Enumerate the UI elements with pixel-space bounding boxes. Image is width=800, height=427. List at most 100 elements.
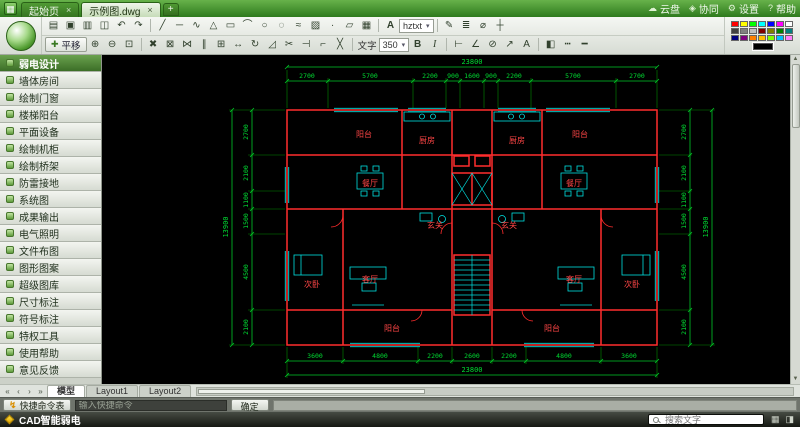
bold-button[interactable]: B xyxy=(409,37,426,52)
scroll-down-icon[interactable]: ▼ xyxy=(793,376,799,383)
sidebar-item[interactable]: 防雷接地 xyxy=(0,174,101,191)
sidebar-item[interactable]: 弱电设计 xyxy=(0,55,101,72)
linear-dimension-icon[interactable]: ⊢ xyxy=(450,37,467,52)
current-color-swatch[interactable] xyxy=(751,42,774,51)
arc-icon[interactable]: ⌒ xyxy=(239,18,256,33)
mirror-icon[interactable]: ⋈ xyxy=(179,37,196,52)
sidebar-item[interactable]: 绘制机柜 xyxy=(0,140,101,157)
sidebar-item[interactable]: 楼梯阳台 xyxy=(0,106,101,123)
polyline-icon[interactable]: ∿ xyxy=(188,18,205,33)
mtext-icon[interactable]: A xyxy=(518,37,535,52)
help-button[interactable]: ? 帮助 xyxy=(768,1,796,16)
tab-start-page[interactable]: 起始页 × xyxy=(21,2,80,18)
hatch-icon[interactable]: ▨ xyxy=(307,18,324,33)
undo-icon[interactable]: ↶ xyxy=(113,18,130,33)
line-icon[interactable]: ╱ xyxy=(154,18,171,33)
sidebar-item[interactable]: 平面设备 xyxy=(0,123,101,140)
sidebar-item[interactable]: 系统图 xyxy=(0,191,101,208)
color-swatch[interactable] xyxy=(739,35,748,41)
cloud-drive-button[interactable]: ☁ 云盘 xyxy=(648,1,680,16)
redo-icon[interactable]: ↷ xyxy=(130,18,147,33)
color-swatch[interactable] xyxy=(766,35,775,41)
tab-drawing[interactable]: 示例图.dwg × xyxy=(81,2,161,18)
scale-icon[interactable]: ◿ xyxy=(264,37,281,52)
color-control-icon[interactable]: ◧ xyxy=(542,37,559,52)
horizontal-scrollbar[interactable] xyxy=(196,386,794,396)
search-box[interactable] xyxy=(647,413,764,426)
sidebar-item[interactable]: 特权工具 xyxy=(0,327,101,344)
sidebar-item[interactable]: 使用帮助 xyxy=(0,344,101,361)
color-swatch[interactable] xyxy=(748,35,757,41)
color-swatch[interactable] xyxy=(739,21,748,27)
sidebar-item[interactable]: 符号标注 xyxy=(0,310,101,327)
match-properties-icon[interactable]: ✎ xyxy=(441,18,458,33)
app-menu-button[interactable] xyxy=(0,17,42,54)
color-swatch[interactable] xyxy=(766,21,775,27)
radius-dimension-icon[interactable]: ⊘ xyxy=(484,37,501,52)
circle-icon[interactable]: ○ xyxy=(256,18,273,33)
table-icon[interactable]: ▦ xyxy=(358,18,375,33)
measure-icon[interactable]: ⌀ xyxy=(475,18,492,33)
layout-tab[interactable]: Layout1 xyxy=(86,385,139,397)
revision-cloud-icon[interactable]: ◌ xyxy=(273,18,290,33)
scrollbar-thumb[interactable] xyxy=(791,64,800,128)
color-swatch[interactable] xyxy=(766,28,775,34)
tab-close-icon[interactable]: × xyxy=(66,5,71,15)
save-as-icon[interactable]: ▥ xyxy=(79,18,96,33)
color-swatch[interactable] xyxy=(730,21,739,27)
print-icon[interactable]: ◫ xyxy=(96,18,113,33)
tab-close-icon[interactable]: × xyxy=(147,5,152,15)
layout-nav-icon[interactable]: › xyxy=(24,386,35,397)
settings-button[interactable]: ⚙ 设置 xyxy=(728,1,759,16)
collaborate-button[interactable]: ◈ 协同 xyxy=(689,1,719,16)
color-swatch[interactable] xyxy=(775,35,784,41)
sidebar-item[interactable]: 图形图案 xyxy=(0,259,101,276)
color-swatch[interactable] xyxy=(784,35,793,41)
command-line-input[interactable] xyxy=(272,399,797,411)
panel-status-icon[interactable]: ◨ xyxy=(785,414,794,425)
color-swatch[interactable] xyxy=(775,28,784,34)
color-swatch[interactable] xyxy=(757,21,766,27)
sidebar-item[interactable]: 电气照明 xyxy=(0,225,101,242)
font-size-select[interactable]: 350 ▾ xyxy=(378,37,410,52)
layout-nav-icon[interactable]: » xyxy=(35,386,46,397)
sidebar-item[interactable]: 绘制门窗 xyxy=(0,89,101,106)
vertical-scrollbar[interactable]: ▲ ▼ xyxy=(790,55,800,384)
open-file-icon[interactable]: ▤ xyxy=(45,18,62,33)
point-icon[interactable]: ∙ xyxy=(324,18,341,33)
scroll-up-icon[interactable]: ▲ xyxy=(793,56,799,63)
new-tab-button[interactable]: + xyxy=(162,3,179,16)
sidebar-item[interactable]: 成果输出 xyxy=(0,208,101,225)
color-swatch[interactable] xyxy=(784,28,793,34)
block-icon[interactable]: ▱ xyxy=(341,18,358,33)
leader-icon[interactable]: ↗ xyxy=(501,37,518,52)
offset-icon[interactable]: ∥ xyxy=(196,37,213,52)
layout-nav-icon[interactable]: « xyxy=(2,386,13,397)
trim-icon[interactable]: ✂ xyxy=(281,37,298,52)
zoom-extents-icon[interactable]: ⊡ xyxy=(121,37,138,52)
rotate-icon[interactable]: ↻ xyxy=(247,37,264,52)
color-swatch[interactable] xyxy=(739,28,748,34)
layer-manager-icon[interactable]: ≣ xyxy=(458,18,475,33)
zoom-in-icon[interactable]: ⊕ xyxy=(87,37,104,52)
color-swatch[interactable] xyxy=(757,35,766,41)
lineweight-icon[interactable]: ━ xyxy=(576,37,593,52)
color-swatch[interactable] xyxy=(748,28,757,34)
sidebar-item[interactable]: 尺寸标注 xyxy=(0,293,101,310)
move-icon[interactable]: ↔ xyxy=(230,37,247,52)
sidebar-item[interactable]: 意见反馈 xyxy=(0,361,101,378)
linetype-icon[interactable]: ┅ xyxy=(559,37,576,52)
layout-tab[interactable]: 模型 xyxy=(47,385,86,397)
italic-button[interactable]: I xyxy=(426,37,443,52)
osnap-icon[interactable]: ┼ xyxy=(492,18,509,33)
save-icon[interactable]: ▣ xyxy=(62,18,79,33)
text-style-icon[interactable]: A xyxy=(382,18,399,33)
explode-icon[interactable]: ╳ xyxy=(332,37,349,52)
rectangle-icon[interactable]: ▭ xyxy=(222,18,239,33)
color-swatch[interactable] xyxy=(784,21,793,27)
angular-dimension-icon[interactable]: ∠ xyxy=(467,37,484,52)
copy-icon[interactable]: ⊠ xyxy=(162,37,179,52)
sidebar-item[interactable]: 超级图库 xyxy=(0,276,101,293)
sidebar-item[interactable]: 墙体房间 xyxy=(0,72,101,89)
pan-button[interactable]: ✚ 平移 xyxy=(45,37,87,53)
